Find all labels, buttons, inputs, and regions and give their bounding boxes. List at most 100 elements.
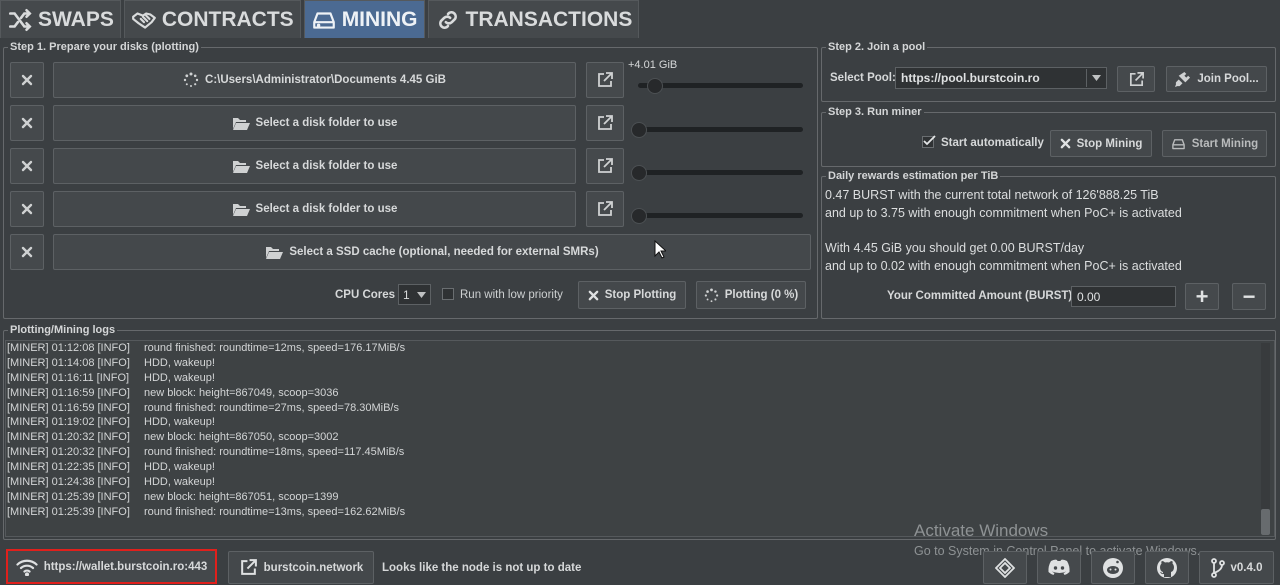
log-line-tag: [MINER] 01:20:32 [INFO]: [7, 446, 130, 459]
network-label: burstcoin.network: [263, 561, 364, 574]
activate-windows-title: Activate Windows: [914, 521, 1049, 540]
step2-title: Step 2. Join a pool: [828, 41, 926, 53]
node-url-button[interactable]: https://wallet.burstcoin.ro:443: [6, 549, 217, 584]
log-line: [MINER] 01:20:32 [INFO] new block: height…: [6, 430, 1274, 445]
tab-swaps[interactable]: SWAPS: [0, 0, 121, 38]
open-folder-button[interactable]: [586, 191, 624, 227]
remove-disk-button[interactable]: [10, 148, 44, 184]
disk-size-slider-track[interactable]: [638, 213, 803, 218]
close-icon: [21, 117, 33, 129]
disk-size-slider-knob[interactable]: [631, 122, 647, 138]
shuffle-icon: [8, 8, 32, 31]
disk-folder-button[interactable]: Select a disk folder to use: [53, 105, 576, 141]
cpu-cores-select[interactable]: 1: [398, 284, 431, 305]
disk-size-slider-track[interactable]: [638, 127, 803, 132]
log-lines: [MINER] 01:12:08 [INFO] round finished: r…: [6, 341, 1274, 520]
rewards-line-3: With 4.45 GiB you should get 0.00 BURST/…: [825, 241, 1085, 255]
tab-transactions[interactable]: TRANSACTIONS: [427, 0, 640, 38]
disk-size-label: +4.01 GiB: [628, 59, 678, 71]
close-icon: [21, 246, 33, 258]
open-folder-button[interactable]: [586, 148, 624, 184]
disk-folder-button[interactable]: Select a disk folder to use: [53, 148, 576, 184]
open-pool-button[interactable]: [1117, 66, 1155, 92]
folder-open-icon: [232, 204, 250, 216]
disk-folder-label: Select a disk folder to use: [255, 203, 398, 215]
log-line: [MINER] 01:16:59 [INFO] round finished: r…: [6, 401, 1274, 416]
node-status-text: Looks like the node is not up to date: [382, 562, 582, 574]
close-icon: [21, 160, 33, 172]
log-line-tag: [MINER] 01:22:35 [INFO]: [7, 461, 130, 474]
log-line: [MINER] 01:14:08 [INFO] HDD, wakeup!: [6, 356, 1274, 371]
plotting-progress-button[interactable]: Plotting (0 %): [696, 281, 806, 309]
version-button[interactable]: v0.4.0: [1199, 551, 1274, 584]
disk-folder-button[interactable]: Select a disk folder to use: [53, 191, 576, 227]
disk-size-slider-knob[interactable]: [647, 78, 663, 94]
github-button[interactable]: [1145, 551, 1189, 584]
logs-scrollbar-thumb[interactable]: [1261, 509, 1270, 535]
decrease-commitment-button[interactable]: −: [1232, 283, 1266, 310]
log-line-message: round finished: roundtime=13ms, speed=16…: [144, 505, 406, 518]
disk-folder-button[interactable]: C:\Users\Administrator\Documents 4.45 Gi…: [53, 62, 576, 98]
stop-mining-button[interactable]: Stop Mining: [1050, 130, 1152, 157]
plug-icon: [1175, 71, 1191, 87]
disk-size-slider-knob[interactable]: [631, 165, 647, 181]
logs-title: Plotting/Mining logs: [10, 324, 116, 336]
disk-size-slider-knob[interactable]: [631, 208, 647, 224]
reddit-icon: [1103, 557, 1123, 578]
minus-icon: −: [1242, 283, 1256, 309]
log-line: [MINER] 01:22:35 [INFO] HDD, wakeup!: [6, 460, 1274, 475]
folder-open-icon: [266, 247, 284, 259]
start-mining-button[interactable]: Start Mining: [1162, 130, 1267, 157]
step1-title: Step 1. Prepare your disks (plotting): [10, 41, 199, 53]
reddit-button[interactable]: [1091, 551, 1135, 584]
log-line-message: round finished: roundtime=27ms, speed=78…: [144, 401, 399, 414]
remove-ssd-button[interactable]: [10, 234, 44, 270]
tab-contracts[interactable]: CONTRACTS: [123, 0, 301, 38]
remove-disk-button[interactable]: [10, 105, 44, 141]
handshake-icon: [131, 11, 156, 29]
open-folder-button[interactable]: [586, 62, 624, 98]
network-button[interactable]: burstcoin.network: [228, 551, 374, 584]
close-icon: [1060, 138, 1070, 149]
rewards-line-4: and up to 0.02 with enough commitment wh…: [825, 259, 1182, 273]
log-line-tag: [MINER] 01:16:59 [INFO]: [7, 386, 130, 399]
increase-commitment-button[interactable]: +: [1185, 283, 1219, 310]
start-auto-checkbox[interactable]: [922, 135, 936, 148]
pool-select-value: https://pool.burstcoin.ro: [901, 71, 1040, 85]
ssd-cache-button[interactable]: Select a SSD cache (optional, needed for…: [53, 234, 811, 270]
tab-label: TRANSACTIONS: [465, 7, 633, 31]
pool-select[interactable]: https://pool.burstcoin.ro: [895, 67, 1107, 89]
cpu-cores-label: CPU Cores: [335, 289, 396, 301]
disk-folder-label: Select a disk folder to use: [255, 160, 398, 172]
rewards-line-2: and up to 3.75 with enough commitment wh…: [825, 206, 1182, 220]
loading-spinner-icon: [183, 72, 199, 87]
tab-label: MINING: [341, 7, 418, 31]
remove-disk-button[interactable]: [10, 62, 44, 98]
log-line: [MINER] 01:25:39 [INFO] round finished: r…: [6, 505, 1274, 520]
log-line-message: new block: height=867049, scoop=3036: [144, 386, 339, 399]
committed-amount-input[interactable]: 0.00: [1071, 286, 1176, 307]
low-priority-label: Run with low priority: [460, 289, 563, 301]
log-line-tag: [MINER] 01:24:38 [INFO]: [7, 476, 130, 489]
tab-mining[interactable]: MINING: [303, 0, 425, 38]
log-line: [MINER] 01:16:11 [INFO] HDD, wakeup!: [6, 371, 1274, 386]
log-line: [MINER] 01:25:39 [INFO] new block: height…: [6, 490, 1274, 505]
close-icon: [588, 290, 599, 300]
join-pool-label: Join Pool...: [1197, 73, 1259, 85]
remove-disk-button[interactable]: [10, 191, 44, 227]
github-icon: [1157, 557, 1177, 578]
burst-logo-button[interactable]: [983, 551, 1027, 584]
log-line-tag: [MINER] 01:19:02 [INFO]: [7, 416, 130, 429]
logs-textarea[interactable]: [MINER] 01:12:08 [INFO] round finished: r…: [5, 340, 1275, 537]
logs-scrollbar[interactable]: [1261, 343, 1270, 535]
external-link-icon: [598, 72, 613, 87]
open-folder-button[interactable]: [586, 105, 624, 141]
log-line: [MINER] 01:16:59 [INFO] new block: height…: [6, 386, 1274, 401]
disk-size-slider-track[interactable]: [638, 170, 803, 175]
discord-button[interactable]: [1037, 551, 1081, 584]
low-priority-checkbox[interactable]: [442, 288, 454, 300]
folder-open-icon: [232, 161, 250, 173]
burst-logo-icon: [995, 557, 1015, 578]
join-pool-button[interactable]: Join Pool...: [1166, 66, 1267, 92]
stop-plotting-button[interactable]: Stop Plotting: [578, 281, 686, 309]
